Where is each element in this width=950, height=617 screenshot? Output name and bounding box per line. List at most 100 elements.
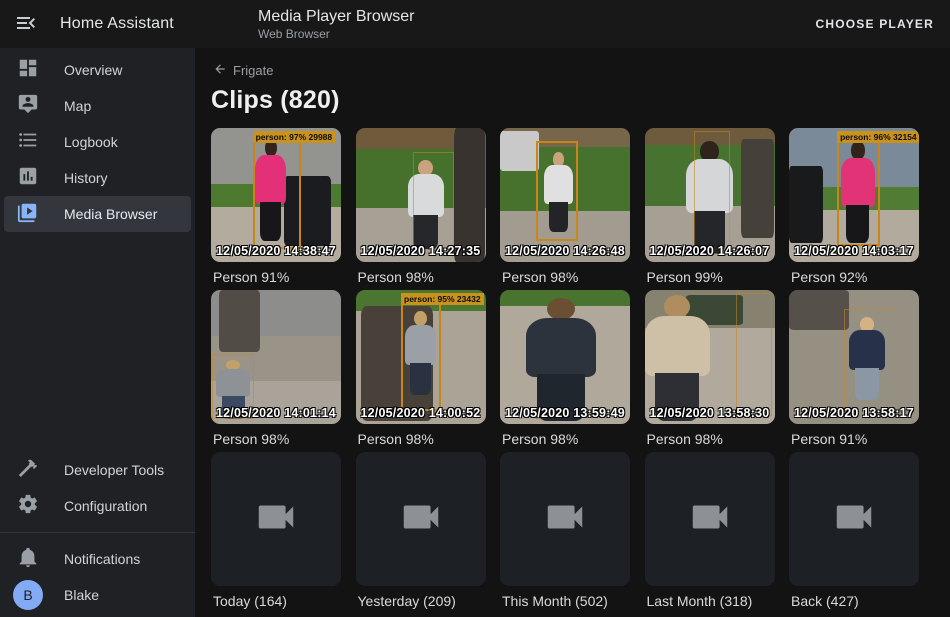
sidebar-item-media-browser[interactable]: Media Browser	[4, 196, 191, 232]
detection-bbox	[536, 141, 578, 240]
clip-label: Person 92%	[789, 269, 919, 285]
thumb-object	[454, 128, 485, 262]
folder-label: Last Month (318)	[645, 593, 775, 609]
clip-label: Person 98%	[211, 431, 341, 447]
sidebar-item-label: Configuration	[64, 498, 147, 514]
clip-thumbnail[interactable]: 12/05/2020 14:26:07	[645, 128, 775, 262]
nav-icon-wrap	[16, 166, 40, 190]
clip-timestamp: 12/05/2020 13:58:30	[650, 406, 770, 420]
clip-card[interactable]: person: 96% 3215412/05/2020 14:03:17 Pers…	[789, 128, 919, 285]
view-dashboard-icon	[17, 57, 39, 84]
person-head	[547, 298, 575, 320]
media-browser-content: Frigate Clips (820) person: 97% 2998812/…	[195, 48, 950, 617]
folder-card-this-month[interactable]: This Month (502)	[500, 452, 630, 609]
sidebar-item-overview[interactable]: Overview	[4, 52, 191, 88]
folder-label: Yesterday (209)	[356, 593, 486, 609]
clip-label: Person 91%	[211, 269, 341, 285]
clip-thumbnail[interactable]: person: 96% 3215412/05/2020 14:03:17	[789, 128, 919, 262]
detection-bbox	[844, 309, 899, 416]
app-title: Home Assistant	[60, 15, 174, 33]
clip-timestamp: 12/05/2020 14:26:48	[505, 244, 625, 258]
play-box-multiple-icon	[17, 201, 39, 228]
folder-tile[interactable]	[500, 452, 630, 586]
clip-card[interactable]: 12/05/2020 14:27:35Person 98%	[356, 128, 486, 285]
folder-tile[interactable]	[211, 452, 341, 586]
sidebar-item-logbook[interactable]: Logbook	[4, 124, 191, 160]
clip-thumbnail[interactable]: 12/05/2020 13:59:49	[500, 290, 630, 424]
sidebar-item-label: Overview	[64, 62, 122, 78]
clip-card[interactable]: 12/05/2020 14:26:48 Person 98%	[500, 128, 630, 285]
sidebar-item-user-profile[interactable]: BBlake	[4, 577, 191, 613]
media-player-browser-title: Media Player Browser	[258, 8, 803, 26]
person-figure	[526, 298, 596, 421]
clip-card[interactable]: 12/05/2020 13:58:17 Person 91%	[789, 290, 919, 447]
folder-tile[interactable]	[645, 452, 775, 586]
breadcrumb-label: Frigate	[233, 63, 273, 78]
sidebar-item-label: Developer Tools	[64, 462, 164, 478]
person-body	[526, 318, 596, 377]
clip-thumbnail[interactable]: person: 95% 2343212/05/2020 14:00:52	[356, 290, 486, 424]
person-figure	[645, 295, 710, 421]
nav-icon-wrap	[16, 547, 40, 571]
thumb-object	[500, 131, 539, 171]
breadcrumb-back-frigate[interactable]: Frigate	[211, 62, 950, 79]
sidebar-divider	[0, 532, 195, 533]
thumb-object	[789, 166, 823, 244]
detection-bbox	[253, 133, 301, 248]
clip-thumbnail[interactable]: 12/05/2020 13:58:30	[645, 290, 775, 424]
sidebar-item-history[interactable]: History	[4, 160, 191, 196]
clip-thumbnail[interactable]: 12/05/2020 14:01:14	[211, 290, 341, 424]
sidebar-spacer	[0, 232, 195, 452]
chart-box-icon	[17, 165, 39, 192]
sidebar-item-label: Notifications	[64, 551, 140, 567]
sidebar-item-label: Logbook	[64, 134, 118, 150]
clip-thumbnail[interactable]: person: 97% 2998812/05/2020 14:38:47	[211, 128, 341, 262]
sidebar-toggle-button[interactable]	[14, 12, 38, 36]
video-icon	[253, 494, 299, 545]
folder-label: Today (164)	[211, 593, 341, 609]
video-icon	[831, 494, 877, 545]
avatar: B	[13, 580, 43, 610]
sidebar-item-configuration[interactable]: Configuration	[4, 488, 191, 524]
clip-card[interactable]: person: 97% 2998812/05/2020 14:38:47 Pers…	[211, 128, 341, 285]
clip-card[interactable]: 12/05/2020 13:58:30 Person 98%	[645, 290, 775, 447]
map-account-icon	[17, 93, 39, 120]
clip-thumbnail[interactable]: 12/05/2020 14:27:35	[356, 128, 486, 262]
choose-player-button[interactable]: CHOOSE PLAYER	[803, 7, 946, 41]
clip-card[interactable]: person: 95% 2343212/05/2020 14:00:52 Pers…	[356, 290, 486, 447]
video-icon	[687, 494, 733, 545]
clip-label: Person 98%	[356, 431, 486, 447]
clip-card[interactable]: 12/05/2020 14:01:14 Person 98%	[211, 290, 341, 447]
clip-timestamp: 12/05/2020 14:26:07	[650, 244, 770, 258]
folder-card-last-month[interactable]: Last Month (318)	[645, 452, 775, 609]
sidebar-item-notifications[interactable]: Notifications	[4, 541, 191, 577]
clip-timestamp: 12/05/2020 14:00:52	[361, 406, 481, 420]
clip-thumbnail[interactable]: 12/05/2020 14:26:48	[500, 128, 630, 262]
clip-timestamp: 12/05/2020 13:59:49	[505, 406, 625, 420]
clip-card[interactable]: 12/05/2020 13:59:49Person 98%	[500, 290, 630, 447]
menu-open-icon	[14, 11, 38, 38]
sidebar-item-label: Map	[64, 98, 91, 114]
clip-label: Person 91%	[789, 431, 919, 447]
folder-tile[interactable]	[789, 452, 919, 586]
sidebar-item-label: Media Browser	[64, 206, 157, 222]
folder-tile[interactable]	[356, 452, 486, 586]
gear-icon	[17, 493, 39, 520]
clip-timestamp: 12/05/2020 14:03:17	[794, 244, 914, 258]
sidebar-item-map[interactable]: Map	[4, 88, 191, 124]
clip-card[interactable]: 12/05/2020 14:26:07Person 99%	[645, 128, 775, 285]
page-title: Clips (820)	[211, 86, 950, 115]
clip-timestamp: 12/05/2020 14:38:47	[216, 244, 336, 258]
folder-card-today[interactable]: Today (164)	[211, 452, 341, 609]
sidebar-item-developer-tools[interactable]: Developer Tools	[4, 452, 191, 488]
folder-card-yesterday[interactable]: Yesterday (209)	[356, 452, 486, 609]
clip-timestamp: 12/05/2020 13:58:17	[794, 406, 914, 420]
nav-icon-wrap	[16, 494, 40, 518]
nav-icon-wrap	[16, 58, 40, 82]
nav-icon-wrap	[16, 458, 40, 482]
web-browser-subtitle: Web Browser	[258, 27, 803, 41]
clip-label: Person 98%	[500, 269, 630, 285]
clip-thumbnail[interactable]: 12/05/2020 13:58:17	[789, 290, 919, 424]
clip-label: Person 98%	[645, 431, 775, 447]
folder-card-back[interactable]: Back (427)	[789, 452, 919, 609]
